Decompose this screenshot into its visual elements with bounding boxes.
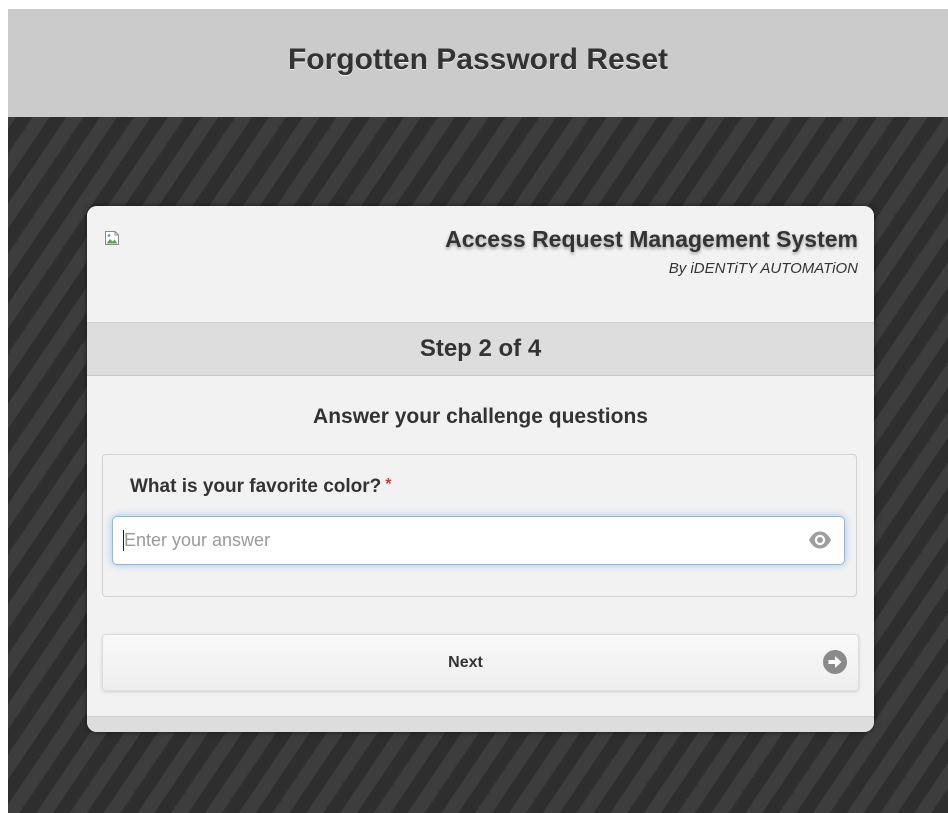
required-marker: * xyxy=(385,476,392,493)
arrow-right-circle-icon xyxy=(823,650,847,674)
brand-subtitle: By iDENTiTY AUTOMATiON xyxy=(668,260,858,277)
answer-field[interactable] xyxy=(112,516,845,565)
brand-title: Access Request Management System xyxy=(445,226,858,252)
text-cursor xyxy=(123,530,124,551)
page-header: Forgotten Password Reset xyxy=(8,9,948,117)
step-indicator: Step 2 of 4 xyxy=(87,323,874,376)
questions-heading: Answer your challenge questions xyxy=(313,405,648,428)
question-label: What is your favorite color? * xyxy=(130,476,392,498)
broken-image-icon xyxy=(105,231,119,245)
answer-input[interactable] xyxy=(124,517,794,564)
page-frame: Forgotten Password Reset Access Request … xyxy=(8,9,948,813)
next-button-label: Next xyxy=(448,654,483,671)
page-title: Forgotten Password Reset xyxy=(287,43,669,76)
brand-header: Access Request Management System By iDEN… xyxy=(87,206,874,323)
question-text: What is your favorite color? xyxy=(130,476,382,497)
step-label: Step 2 of 4 xyxy=(419,335,542,362)
card-footer xyxy=(87,716,874,732)
challenge-question-panel: What is your favorite color? * xyxy=(102,454,857,597)
eye-icon[interactable] xyxy=(808,529,832,551)
next-button[interactable]: Next xyxy=(102,634,859,691)
reset-card: Access Request Management System By iDEN… xyxy=(87,206,874,732)
page-background: Access Request Management System By iDEN… xyxy=(8,117,948,813)
